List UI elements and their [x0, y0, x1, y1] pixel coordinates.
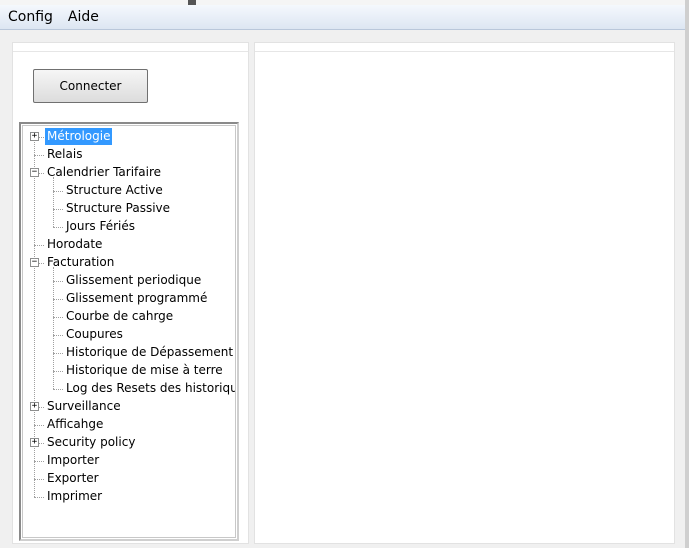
- tree-item-label[interactable]: Horodate: [45, 236, 104, 253]
- tree-item[interactable]: Relais: [23, 146, 235, 164]
- tree-item-label[interactable]: Imprimer: [45, 488, 104, 505]
- content-panel: [254, 42, 675, 544]
- tree-item-label[interactable]: Courbe de cahrge: [64, 308, 175, 325]
- window-right-edge: [685, 0, 689, 548]
- tree-item-label[interactable]: Glissement periodique: [64, 272, 203, 289]
- tree-item-label[interactable]: Structure Passive: [64, 200, 172, 217]
- tree-item-label[interactable]: Exporter: [45, 470, 101, 487]
- menu-bar: Config Aide: [0, 5, 685, 30]
- menu-config[interactable]: Config: [0, 6, 60, 28]
- tree-view[interactable]: + Métrologie Relais − Calendrier Tarifaire St…: [19, 122, 239, 541]
- connect-button[interactable]: Connecter: [33, 69, 148, 103]
- tree-item-label[interactable]: Surveillance: [45, 398, 123, 415]
- tree-item-label[interactable]: Coupures: [64, 326, 125, 343]
- tree-item[interactable]: Coupures: [23, 326, 235, 344]
- tree-item[interactable]: Afficahge: [23, 416, 235, 434]
- tree-item-label[interactable]: Calendrier Tarifaire: [45, 164, 163, 181]
- tree-item[interactable]: Métrologie: [23, 128, 235, 146]
- tree-item-label[interactable]: Relais: [45, 146, 84, 163]
- tree-view-content: + Métrologie Relais − Calendrier Tarifaire St…: [22, 125, 236, 538]
- tree-item[interactable]: Structure Passive: [23, 200, 235, 218]
- tree-item-label[interactable]: Jours Fériés: [64, 218, 137, 235]
- tree-item[interactable]: Exporter: [23, 470, 235, 488]
- tree-item[interactable]: Jours Fériés: [23, 218, 235, 236]
- tree-item[interactable]: Facturation: [23, 254, 235, 272]
- tree-item[interactable]: Calendrier Tarifaire: [23, 164, 235, 182]
- tree-item[interactable]: Structure Active: [23, 182, 235, 200]
- tree-item[interactable]: Courbe de cahrge: [23, 308, 235, 326]
- tree-item[interactable]: Imprimer: [23, 488, 235, 506]
- tree-item-label[interactable]: Glissement programmé: [64, 290, 209, 307]
- tree-item[interactable]: Glissement periodique: [23, 272, 235, 290]
- tree-item-label[interactable]: Historique de Dépassement de: [64, 344, 235, 361]
- tree-item-label[interactable]: Facturation: [45, 254, 116, 271]
- tree-item-label[interactable]: Importer: [45, 452, 101, 469]
- tree-item[interactable]: Glissement programmé: [23, 290, 235, 308]
- tree-item[interactable]: Security policy: [23, 434, 235, 452]
- tree-item[interactable]: Surveillance: [23, 398, 235, 416]
- panel-divider: [255, 51, 674, 52]
- tree-item[interactable]: Historique de mise à terre: [23, 362, 235, 380]
- panel-divider: [13, 51, 248, 52]
- tree-item[interactable]: Log des Resets des historiques: [23, 380, 235, 398]
- tree-item-label[interactable]: Métrologie: [45, 128, 113, 145]
- menu-aide[interactable]: Aide: [60, 6, 106, 28]
- application-window: Config Aide Connecter + Métrologie Relais −…: [0, 0, 689, 548]
- tree-item[interactable]: Historique de Dépassement de: [23, 344, 235, 362]
- navigation-panel: Connecter + Métrologie Relais − Calendrier T…: [12, 42, 249, 544]
- tree-item[interactable]: Importer: [23, 452, 235, 470]
- tree-item[interactable]: Horodate: [23, 236, 235, 254]
- tree-item-label[interactable]: Afficahge: [45, 416, 105, 433]
- tree-item-label[interactable]: Structure Active: [64, 182, 165, 199]
- tree-item-label[interactable]: Security policy: [45, 434, 137, 451]
- tree-item-label[interactable]: Historique de mise à terre: [64, 362, 225, 379]
- tree-item-label[interactable]: Log des Resets des historiques: [64, 380, 235, 397]
